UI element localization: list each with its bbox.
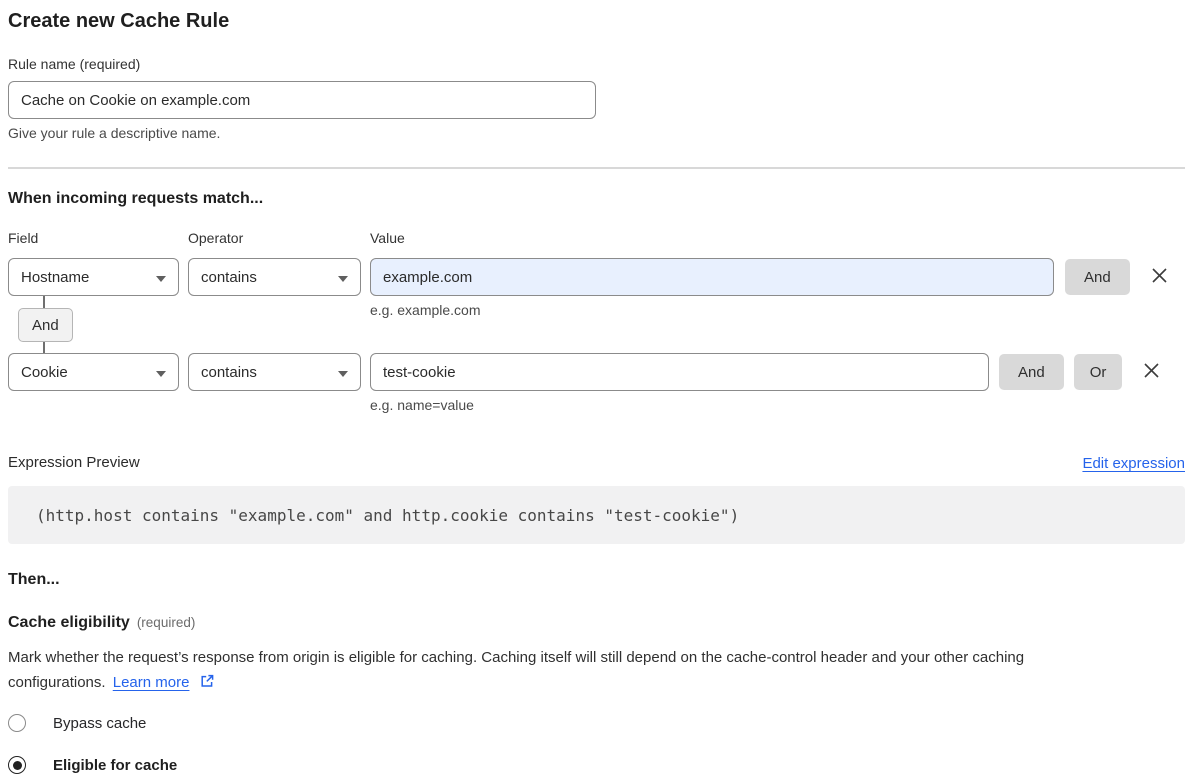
match-builder: And Field Operator Value Hostname contai…	[8, 230, 1185, 414]
close-icon	[1142, 361, 1161, 383]
section-divider	[8, 167, 1185, 169]
operator-select-value: contains	[201, 364, 257, 381]
learn-more-link[interactable]: Learn more	[113, 674, 190, 691]
expression-preview-box: (http.host contains "example.com" and ht…	[8, 486, 1185, 544]
radio-label: Bypass cache	[53, 715, 146, 732]
expression-code: (http.host contains "example.com" and ht…	[36, 506, 739, 525]
cache-eligibility-header: Cache eligibility (required)	[8, 614, 1185, 632]
rule-name-label: Rule name (required)	[8, 56, 1185, 73]
description-line-1: Mark whether the request’s response from…	[8, 645, 1173, 670]
close-icon	[1150, 266, 1169, 288]
cache-eligibility-description: Mark whether the request’s response from…	[8, 645, 1173, 697]
operator-select[interactable]: contains	[188, 353, 361, 391]
chevron-down-icon	[156, 269, 166, 286]
operator-select-value: contains	[201, 269, 257, 286]
radio-label: Eligible for cache	[53, 757, 177, 774]
description-line-2: configurations.	[8, 674, 106, 691]
and-connector-button[interactable]: And	[18, 308, 73, 342]
rule-name-hint: Give your rule a descriptive name.	[8, 125, 1185, 142]
condition-row-1: Hostname contains And	[8, 258, 1185, 296]
field-select-value: Hostname	[21, 269, 89, 286]
condition-row-2: Cookie contains And Or	[8, 353, 1185, 391]
value-hint: e.g. example.com	[370, 302, 1185, 319]
value-input[interactable]	[370, 353, 989, 391]
rule-name-input[interactable]	[8, 81, 596, 119]
cache-eligibility-title: Cache eligibility	[8, 614, 130, 632]
required-badge: (required)	[137, 615, 196, 630]
chevron-down-icon	[338, 269, 348, 286]
expression-preview-label: Expression Preview	[8, 454, 140, 472]
column-label-value: Value	[370, 230, 405, 246]
radio-eligible-for-cache[interactable]: Eligible for cache	[8, 756, 1185, 774]
chevron-down-icon	[156, 364, 166, 381]
radio-circle-icon	[8, 756, 26, 774]
then-heading: Then...	[8, 570, 1185, 590]
external-link-icon	[199, 676, 215, 693]
remove-condition-button[interactable]	[1148, 264, 1171, 290]
value-hint: e.g. name=value	[370, 397, 1185, 414]
field-select-value: Cookie	[21, 364, 68, 381]
chevron-down-icon	[338, 364, 348, 381]
operator-select[interactable]: contains	[188, 258, 361, 296]
edit-expression-link[interactable]: Edit expression	[1082, 455, 1185, 472]
value-input[interactable]	[370, 258, 1054, 296]
column-labels: Field Operator Value	[8, 230, 1185, 246]
and-button[interactable]: And	[1065, 259, 1130, 295]
page-title: Create new Cache Rule	[8, 8, 1185, 34]
and-button[interactable]: And	[999, 354, 1064, 390]
column-label-field: Field	[8, 230, 179, 246]
radio-bypass-cache[interactable]: Bypass cache	[8, 714, 1185, 732]
remove-condition-button[interactable]	[1140, 359, 1163, 385]
or-button[interactable]: Or	[1074, 354, 1123, 390]
match-heading: When incoming requests match...	[8, 189, 1185, 209]
field-select[interactable]: Hostname	[8, 258, 179, 296]
expression-header: Expression Preview Edit expression	[8, 454, 1185, 472]
radio-circle-icon	[8, 714, 26, 732]
column-label-operator: Operator	[188, 230, 361, 246]
field-select[interactable]: Cookie	[8, 353, 179, 391]
